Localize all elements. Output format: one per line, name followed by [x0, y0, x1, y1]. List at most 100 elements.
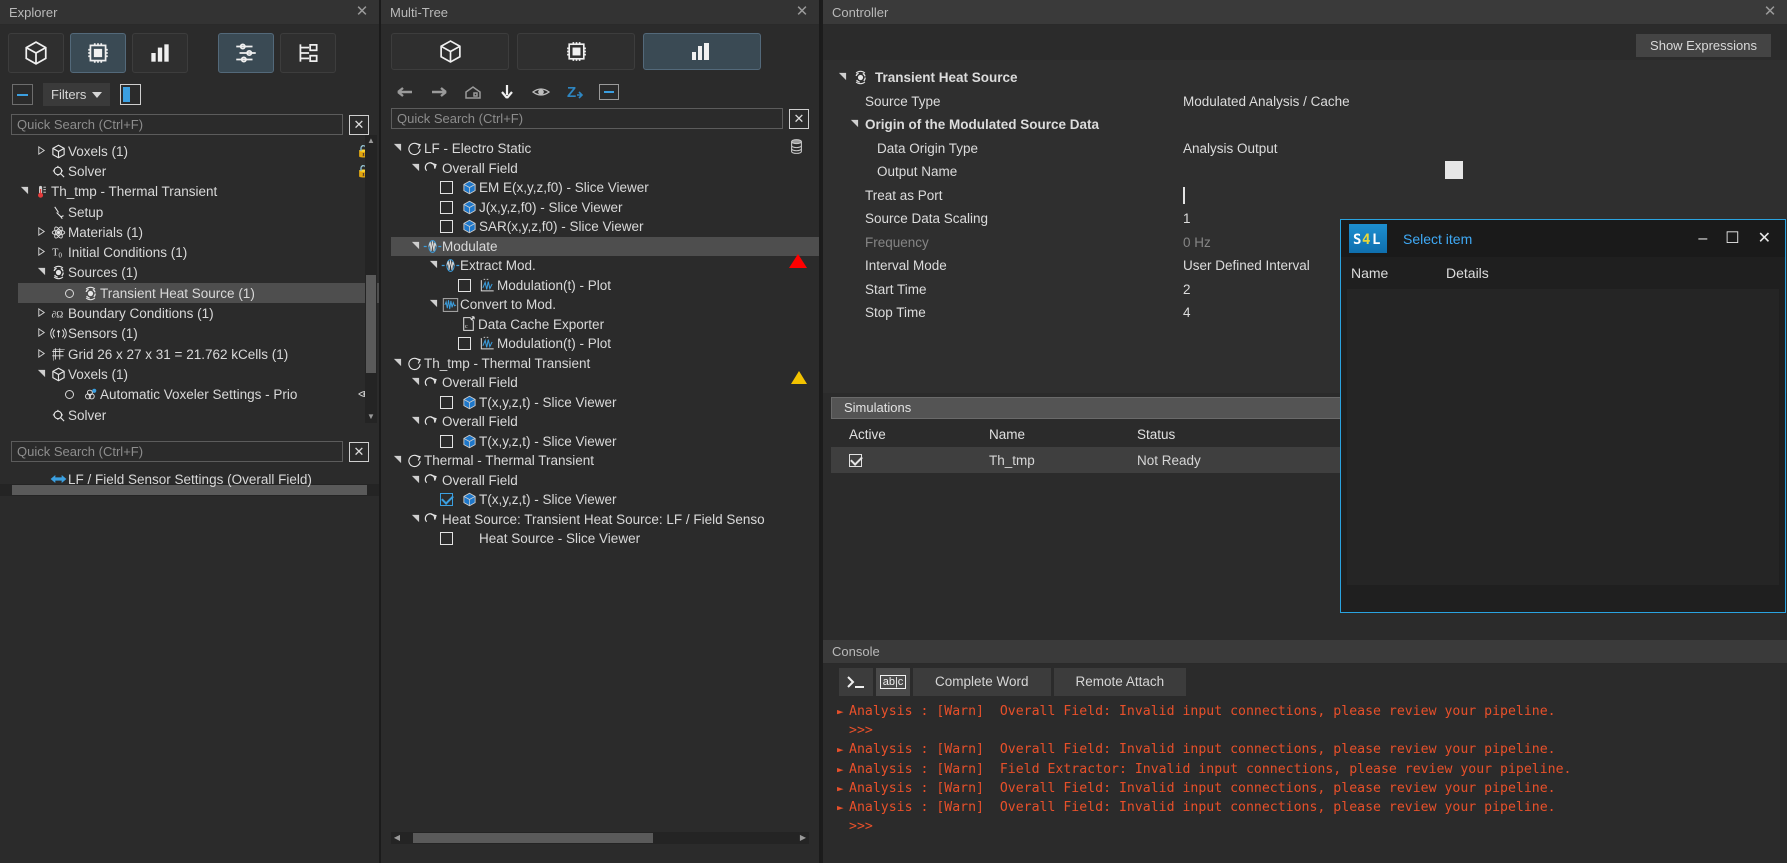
db-icon[interactable] — [790, 139, 803, 158]
close-icon[interactable]: ✕ — [793, 3, 811, 21]
explorer-tree-item[interactable]: Solver — [18, 405, 379, 425]
filters-button[interactable]: Filters — [43, 83, 111, 106]
twisty-icon[interactable] — [18, 186, 31, 197]
explorer-tree-item[interactable]: T 0 Initial Conditions (1) — [18, 242, 379, 262]
multitree-item[interactable]: Overall Field — [391, 373, 819, 393]
multitree-item[interactable]: Heat Source: Transient Heat Source: LF /… — [391, 510, 819, 530]
visibility-checkbox[interactable] — [440, 395, 453, 409]
multitree-item[interactable]: Modulation(t) - Plot — [391, 334, 819, 354]
visibility-checkbox[interactable] — [440, 181, 453, 195]
visibility-checkbox[interactable] — [440, 200, 453, 214]
mt-tab-results[interactable] — [643, 33, 761, 70]
scroll-up-icon[interactable]: ▲ — [365, 135, 377, 147]
twisty-icon[interactable] — [409, 475, 422, 486]
radio-icon[interactable] — [65, 390, 74, 400]
mt-tab-model[interactable] — [391, 33, 509, 70]
property-row[interactable]: Treat as Port — [823, 184, 1787, 208]
eye-icon[interactable] — [531, 83, 551, 101]
property-row[interactable]: Origin of the Modulated Source Data — [823, 113, 1787, 137]
close-icon[interactable]: ✕ — [1758, 230, 1771, 247]
visibility-checkbox[interactable] — [440, 220, 453, 234]
complete-word-button[interactable]: Complete Word — [913, 668, 1051, 696]
twisty-icon[interactable] — [35, 145, 48, 157]
clear-search-button-2[interactable]: ✕ — [349, 441, 369, 462]
explorer-tree-item[interactable]: ∂Ω Boundary Conditions (1) — [18, 303, 379, 323]
close-icon[interactable]: ✕ — [1761, 3, 1779, 21]
twisty-icon[interactable] — [409, 241, 422, 252]
back-icon[interactable] — [395, 83, 415, 101]
hscroll-right-icon[interactable]: ▶ — [797, 832, 809, 844]
multitree-item[interactable]: Heat Source - Slice Viewer — [391, 529, 819, 549]
explorer-tree-item[interactable]: Solver 🔒 — [18, 161, 379, 181]
multitree-item[interactable]: Extract Mod. — [391, 256, 819, 276]
tab-tree[interactable] — [280, 33, 336, 73]
twisty-icon[interactable] — [831, 72, 853, 83]
multitree-item[interactable]: SAR(x,y,z,f0) - Slice Viewer — [391, 217, 819, 237]
search-input-2[interactable] — [11, 441, 343, 462]
mt-clear-search-button[interactable]: ✕ — [789, 108, 809, 129]
home-icon[interactable] — [463, 83, 483, 101]
visibility-checkbox[interactable] — [458, 337, 471, 351]
row-active-cell[interactable] — [831, 453, 989, 467]
twisty-icon[interactable] — [35, 307, 48, 319]
twisty-icon[interactable] — [35, 226, 48, 238]
z-sort-icon[interactable]: Z — [565, 83, 585, 101]
minimize-icon[interactable]: – — [1698, 230, 1707, 247]
radio-icon[interactable] — [65, 288, 74, 298]
twisty-icon[interactable] — [427, 299, 440, 310]
remote-attach-button[interactable]: Remote Attach — [1053, 668, 1187, 696]
explorer-tree-item[interactable]: Automatic Voxeler Settings - Prio — [18, 385, 379, 405]
scroll-down-icon[interactable]: ▼ — [365, 411, 377, 423]
twisty-icon[interactable] — [843, 119, 865, 130]
multitree-item[interactable]: Overall Field — [391, 412, 819, 432]
tab-simulation[interactable] — [70, 33, 126, 73]
twisty-icon[interactable] — [391, 143, 404, 154]
twisty-icon[interactable] — [35, 348, 48, 360]
mt-search-input[interactable] — [391, 108, 783, 129]
abc-icon[interactable]: ab|c — [876, 668, 910, 696]
terminal-icon[interactable] — [839, 668, 873, 696]
twisty-icon[interactable] — [409, 416, 422, 427]
collapse-icon[interactable] — [599, 84, 619, 100]
explorer-scrollbar[interactable]: ▲ ▼ — [365, 135, 377, 423]
twisty-icon[interactable] — [409, 377, 422, 388]
multitree-item[interactable]: Convert to Mod. — [391, 295, 819, 315]
download-icon[interactable] — [497, 83, 517, 101]
explorer-tree-item[interactable]: Voxels (1) — [18, 364, 379, 384]
visibility-checkbox[interactable] — [440, 532, 453, 546]
multitree-item[interactable]: Modulation(t) - Plot — [391, 276, 819, 296]
property-checkbox[interactable] — [1183, 186, 1185, 204]
twisty-icon[interactable] — [391, 455, 404, 466]
explorer-tree-item[interactable]: Sources (1) — [18, 263, 379, 283]
tab-model[interactable] — [8, 33, 64, 73]
collapse-all-button[interactable] — [12, 84, 33, 105]
visibility-checkbox[interactable] — [440, 493, 453, 507]
twisty-icon[interactable] — [409, 163, 422, 174]
property-row[interactable]: Source Type Modulated Analysis / Cache — [823, 90, 1787, 114]
multitree-item[interactable]: J(x,y,z,f0) - Slice Viewer — [391, 198, 819, 218]
scroll-thumb[interactable] — [366, 275, 376, 373]
explorer-tree-item[interactable]: Setup — [18, 202, 379, 222]
split-view-button[interactable] — [120, 84, 142, 105]
twisty-icon[interactable] — [409, 514, 422, 525]
twisty-icon[interactable] — [35, 328, 48, 339]
multitree-item[interactable]: c Data Cache Exporter — [391, 315, 819, 335]
close-icon[interactable]: ✕ — [353, 3, 371, 21]
property-row[interactable]: Output Name — [823, 160, 1787, 184]
multitree-item[interactable]: T(x,y,z,t) - Slice Viewer — [391, 432, 819, 452]
twisty-icon[interactable] — [35, 267, 48, 278]
multitree-item[interactable]: LF - Electro Static — [391, 139, 819, 159]
explorer-tree-item[interactable]: Voxels (1) 🔒 — [18, 141, 379, 161]
explorer-tree-item[interactable]: Materials (1) — [18, 222, 379, 242]
maximize-icon[interactable]: ☐ — [1725, 230, 1739, 247]
twisty-icon[interactable] — [35, 247, 48, 258]
explorer-lower-item[interactable]: LF / Field Sensor Settings (Overall Fiel… — [18, 469, 379, 489]
multitree-item[interactable]: T(x,y,z,t) - Slice Viewer — [391, 393, 819, 413]
dialog-item-list[interactable] — [1347, 289, 1779, 585]
forward-icon[interactable] — [429, 83, 449, 101]
visibility-checkbox[interactable] — [458, 278, 471, 292]
twisty-icon[interactable] — [427, 260, 440, 271]
mt-tab-simulation[interactable] — [517, 33, 635, 70]
multitree-item[interactable]: Overall Field — [391, 159, 819, 179]
visibility-checkbox[interactable] — [440, 434, 453, 448]
